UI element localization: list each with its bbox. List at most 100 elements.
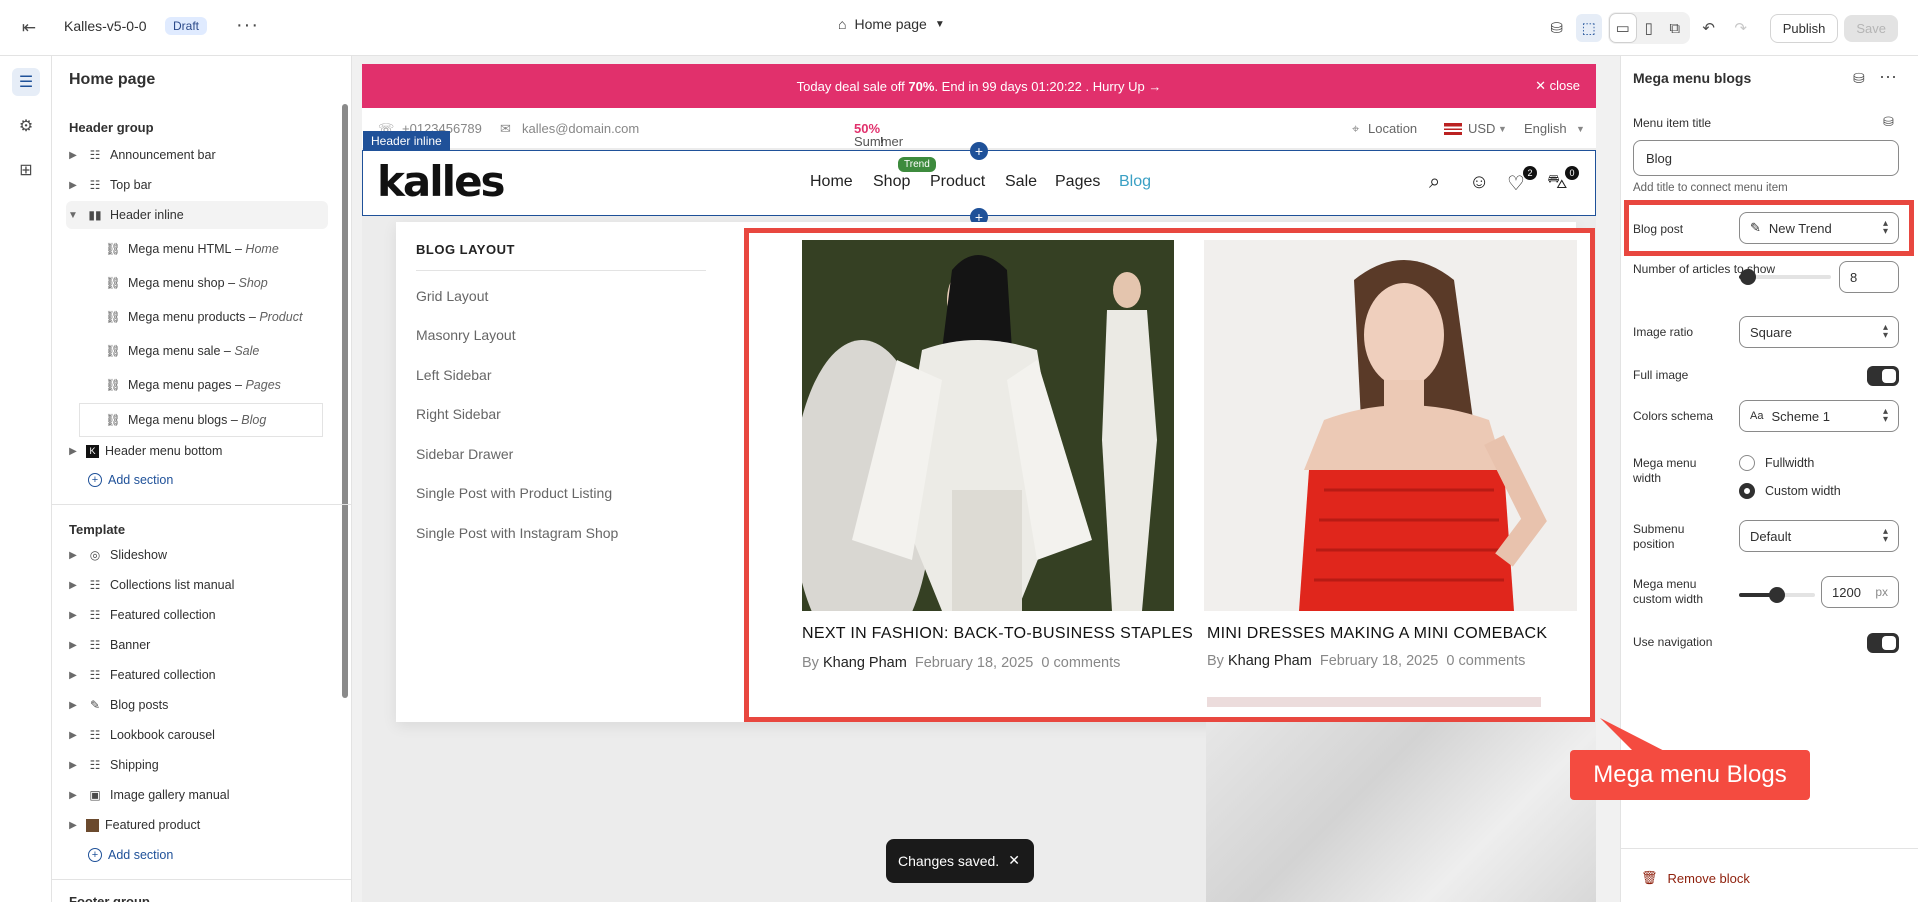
block-mega-menu-sale[interactable]: ⛓ Mega menu sale – Sale [104,337,328,365]
section-featured-product[interactable]: ▶ Featured product [66,811,328,839]
inspector-icon[interactable]: ⬚ [1575,14,1602,42]
block-mega-menu-products[interactable]: ⛓ Mega menu products – Product [104,303,328,331]
mega-link[interactable]: Single Post with Product Listing [416,485,612,501]
chevron-right-icon[interactable]: ▶ [66,820,80,831]
chevron-right-icon[interactable]: ▶ [66,700,80,711]
chevron-right-icon[interactable]: ▶ [66,760,80,771]
section-slideshow[interactable]: ▶ ◎ Slideshow [66,541,328,569]
section-header-inline[interactable]: ▼ ▮▮ Header inline [66,201,328,229]
more-actions-icon[interactable]: ··· [236,14,259,37]
dynamic-source-icon[interactable]: ⛁ [1883,114,1894,130]
account-icon[interactable]: ☺ [1469,171,1489,194]
section-image-gallery[interactable]: ▶ ▣ Image gallery manual [66,781,328,809]
nav-home[interactable]: Home [810,173,853,191]
block-mega-menu-pages[interactable]: ⛓ Mega menu pages – Pages [104,371,328,399]
chevron-right-icon[interactable]: ▶ [66,670,80,681]
section-featured-collection[interactable]: ▶ ☷ Featured collection [66,601,328,629]
article-image[interactable] [802,240,1174,611]
nav-pages[interactable]: Pages [1055,173,1100,191]
sections-icon[interactable]: ☰ [12,68,40,96]
article-comments[interactable]: 0 comments [1041,655,1120,671]
article-comments[interactable]: 0 comments [1446,653,1525,669]
custom-width-input[interactable]: 1200 px [1821,576,1899,608]
close-icon[interactable]: ✕ [1008,852,1020,869]
database-icon[interactable]: ⛁ [1544,14,1570,42]
section-collections-list[interactable]: ▶ ☷ Collections list manual [66,571,328,599]
section-blog-posts[interactable]: ▶ ✎ Blog posts [66,691,328,719]
apps-icon[interactable]: ⊞ [12,156,40,184]
chevron-right-icon[interactable]: ▶ [66,446,80,457]
mega-link[interactable]: Grid Layout [416,288,488,304]
store-logo[interactable]: kalles [377,157,506,206]
chevron-right-icon[interactable]: ▶ [66,610,80,621]
menu-item-title-input[interactable]: Blog [1633,140,1899,176]
articles-count-input[interactable]: 8 [1839,261,1899,293]
section-top-bar[interactable]: ▶ ☷ Top bar [66,171,328,199]
publish-button[interactable]: Publish [1769,13,1839,43]
section-lookbook-carousel[interactable]: ▶ ☷ Lookbook carousel [66,721,328,749]
block-mega-menu-html[interactable]: ⛓ Mega menu HTML – Home [104,235,328,263]
section-announcement-bar[interactable]: ▶ ☷ Announcement bar [66,141,328,169]
nav-sale[interactable]: Sale [1005,173,1037,191]
email-address[interactable]: kalles@domain.com [522,121,639,136]
slider-handle[interactable] [1740,269,1757,285]
mega-link[interactable]: Sidebar Drawer [416,446,513,462]
full-image-toggle[interactable] [1867,366,1899,386]
exit-icon[interactable]: ⇤ [18,18,40,38]
width-fullwidth-radio[interactable]: Fullwidth [1739,455,1814,471]
nav-blog[interactable]: Blog [1119,173,1151,191]
desktop-icon[interactable]: ▭ [1609,14,1636,42]
chevron-right-icon[interactable]: ▶ [66,640,80,651]
database-icon[interactable]: ⛁ [1853,70,1865,87]
article-title[interactable]: NEXT IN FASHION: BACK-TO-BUSINESS STAPLE… [802,625,1193,643]
settings-gear-icon[interactable]: ⚙ [12,112,40,140]
colors-schema-select[interactable]: Aa Scheme 1 ▴ ▾ [1739,400,1899,432]
article-title[interactable]: MINI DRESSES MAKING A MINI COMEBACK [1207,625,1547,643]
more-actions-icon[interactable]: ··· [1879,66,1897,87]
redo-icon[interactable]: ↷ [1728,14,1754,42]
mega-link[interactable]: Masonry Layout [416,327,516,343]
custom-width-slider[interactable] [1739,587,1815,603]
mobile-icon[interactable]: ▯ [1636,14,1662,42]
article-author[interactable]: Khang Pham [823,655,907,671]
save-button[interactable]: Save [1844,14,1898,42]
width-custom-radio[interactable]: Custom width [1739,483,1841,499]
mega-link[interactable]: Right Sidebar [416,406,501,422]
search-icon[interactable]: ⌕ [1429,171,1440,194]
section-featured-collection-2[interactable]: ▶ ☷ Featured collection [66,661,328,689]
section-shipping[interactable]: ▶ ☷ Shipping [66,751,328,779]
image-ratio-select[interactable]: Square ▴ ▾ [1739,316,1899,348]
submenu-position-select[interactable]: Default ▴ ▾ [1739,520,1899,552]
nav-product[interactable]: Product [930,173,985,191]
chevron-right-icon[interactable]: ▶ [66,730,80,741]
section-banner[interactable]: ▶ ☷ Banner [66,631,328,659]
articles-count-slider[interactable] [1739,269,1831,285]
language-selector[interactable]: English [1524,121,1567,136]
chevron-right-icon[interactable]: ▶ [66,790,80,801]
article-image[interactable] [1204,240,1577,611]
promo-text[interactable]: Summer sale discount off 50%! Shop Now [854,121,910,194]
section-header-menu-bottom[interactable]: ▶ K Header menu bottom [66,437,328,465]
use-navigation-toggle[interactable] [1867,633,1899,653]
fullscreen-icon[interactable]: ⧉ [1662,14,1688,42]
chevron-down-icon[interactable]: ▼ [66,210,80,221]
panel-scrollbar[interactable] [342,104,348,698]
chevron-right-icon[interactable]: ▶ [66,550,80,561]
chevron-right-icon[interactable]: ▶ [66,580,80,591]
chevron-right-icon[interactable]: ▶ [66,150,80,161]
undo-icon[interactable]: ↶ [1696,14,1722,42]
block-mega-menu-shop[interactable]: ⛓ Mega menu shop – Shop [104,269,328,297]
add-template-section-button[interactable]: + Add section [88,848,173,862]
currency-selector[interactable]: USD [1468,121,1495,136]
location-link[interactable]: Location [1368,121,1417,136]
mega-link[interactable]: Single Post with Instagram Shop [416,525,618,541]
chevron-right-icon[interactable]: ▶ [66,180,80,191]
nav-shop[interactable]: Shop [873,173,910,191]
add-section-above-icon[interactable]: + [970,142,988,160]
remove-block-button[interactable]: 🗑 Remove block [1641,870,1750,886]
block-mega-menu-blogs[interactable]: ⛓ Mega menu blogs – Blog [104,406,328,434]
page-selector[interactable]: ⌂ Home page ▼ [838,16,945,32]
article-author[interactable]: Khang Pham [1228,653,1312,669]
add-section-button[interactable]: + Add section [88,473,173,487]
close-announcement-button[interactable]: ✕ close [1535,78,1580,94]
